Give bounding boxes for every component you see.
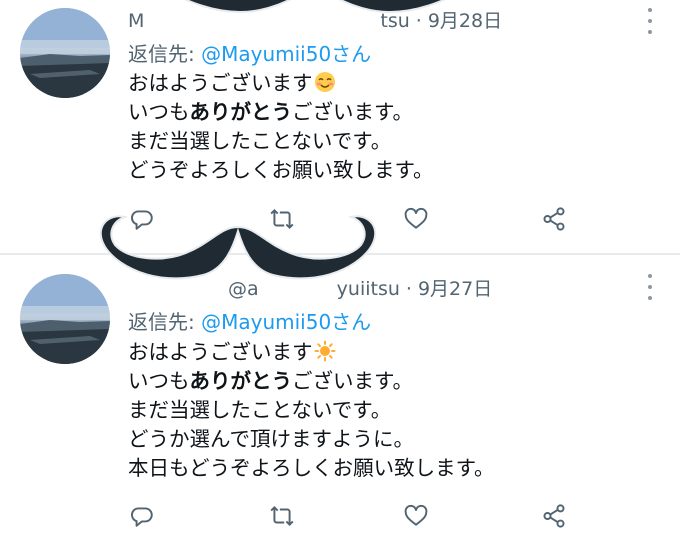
tweet-meta: Mtsu · 9月28日 [128,6,502,33]
tweet-text: おはようございます いつもありがとうございます。 まだ当選したことないです。 ど… [128,69,433,185]
tweet-line-text: おはようございます [128,71,313,95]
heart-icon[interactable] [400,500,432,532]
tweet-line: おはようございます [128,69,433,98]
tweet-meta: @a yuiitsu · 9月27日 [128,274,492,301]
tweet-line-text: どうか選んで頂けますように。 [128,427,414,451]
reply-icon[interactable] [126,203,158,235]
tweet-line-text: まだ当選したことないです。 [128,398,392,422]
reply-to: 返信先: @Mayumii50さん [128,306,371,335]
tweet-date[interactable]: 9月27日 [418,278,492,300]
reply-mention-link[interactable]: @Mayumii50さん [201,310,371,334]
retweet-icon[interactable] [266,500,298,532]
tweet-line-text: 本日もどうぞよろしくお願い致します。 [128,456,495,480]
reply-to-prefix: 返信先: [128,310,202,334]
share-icon[interactable] [538,203,570,235]
tweet-line-text: おはようございます [128,340,313,364]
retweet-icon[interactable] [266,203,298,235]
user-handle[interactable]: @a [228,278,259,300]
reply-mention-link[interactable]: @Mayumii50さん [201,42,371,66]
share-icon[interactable] [538,500,570,532]
tweet-line: いつもありがとうございます。 [128,98,433,127]
tweet-line: どうか選んで頂けますように。 [128,425,495,454]
tweet-line-text: どうぞよろしくお願い致します。 [128,158,434,182]
tweet-line-text: ございます。 [292,369,413,393]
user-handle[interactable]: M [128,10,144,32]
tweet-line-text: いつも [128,369,190,393]
tweet-date[interactable]: 9月28日 [428,10,502,32]
tweet-actions [0,203,680,235]
sun-emoji [314,340,335,362]
tweet-line-bold: ありがとう [189,100,293,124]
more-vertical-icon[interactable] [646,8,654,34]
avatar[interactable] [20,8,110,98]
tweet-line: おはようございます [128,338,495,367]
user-handle-tail[interactable]: tsu [380,10,409,32]
tweet-line: まだ当選したことないです。 [128,127,433,156]
tweet-line-text: まだ当選したことないです。 [128,129,392,153]
heart-icon[interactable] [400,203,432,235]
meta-separator: · [405,278,412,300]
user-handle-tail[interactable]: yuiitsu [337,278,400,300]
more-vertical-icon[interactable] [646,274,654,300]
tweet[interactable]: Mtsu · 9月28日 返信先: @Mayumii50さん おはようございます い… [0,0,680,254]
tweet[interactable]: @a yuiitsu · 9月27日 返信先: @Mayumii50さん おはようござ… [0,256,680,555]
tweet-actions [0,500,680,532]
tweet-line: まだ当選したことないです。 [128,396,495,425]
tweet-line: どうぞよろしくお願い致します。 [128,156,433,185]
tweet-text: おはようございます いつもありがとうございます。 まだ当選したことないです。 ど… [128,338,495,483]
tweet-line: いつもありがとうございます。 [128,367,495,396]
tweet-line-bold: ありがとう [189,369,293,393]
avatar[interactable] [20,274,110,364]
tweet-divider [0,253,680,255]
tweet-line-text: いつも [128,100,190,124]
meta-separator: · [415,10,422,32]
reply-to-prefix: 返信先: [128,42,202,66]
smiling-face-emoji [314,72,335,92]
tweet-line: 本日もどうぞよろしくお願い致します。 [128,454,495,483]
reply-icon[interactable] [126,500,158,532]
tweet-line-text: ございます。 [292,100,413,124]
reply-to: 返信先: @Mayumii50さん [128,38,371,67]
